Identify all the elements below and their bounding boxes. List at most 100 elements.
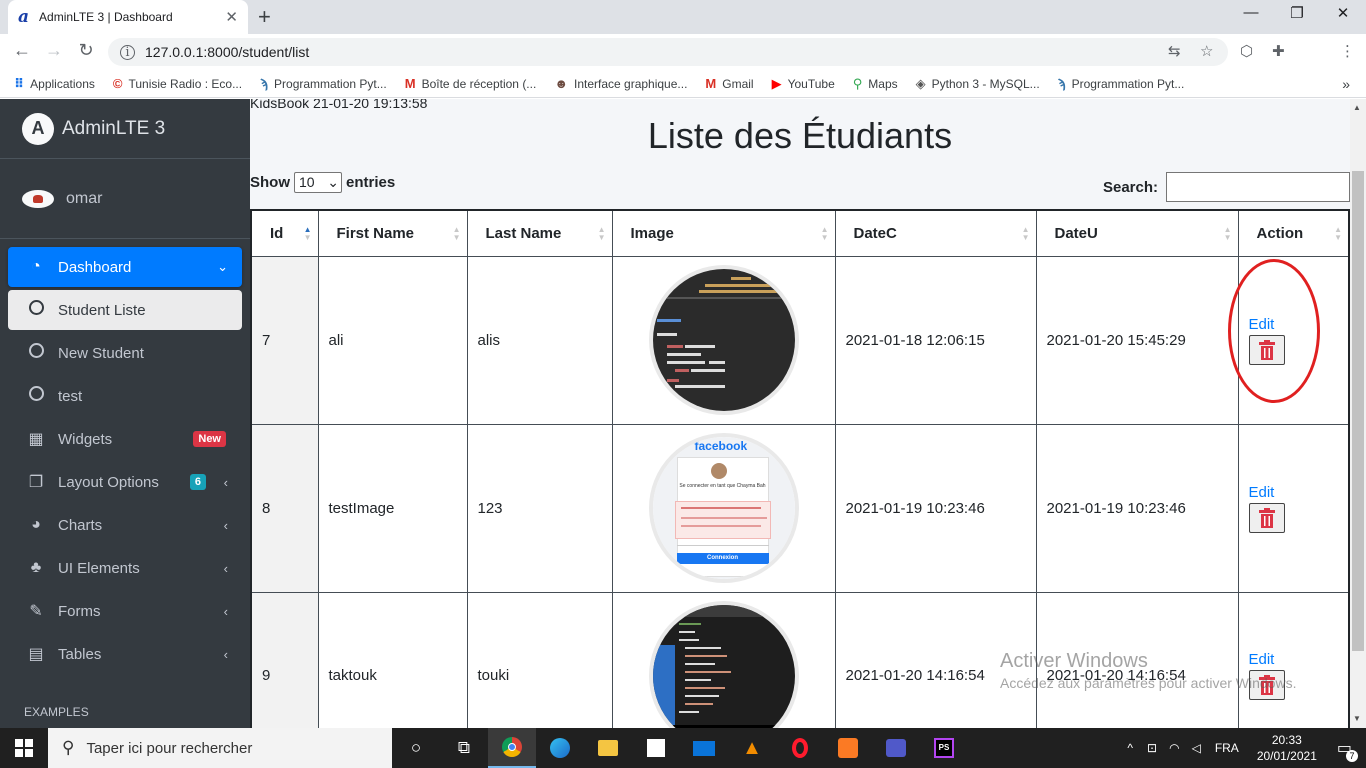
window-close-icon[interactable]: ✕	[1320, 4, 1366, 22]
address-bar[interactable]: i 127.0.0.1:8000/student/list	[108, 38, 1228, 66]
bookmark-tunisie-radio[interactable]: © Tunisie Radio : Eco...	[113, 76, 242, 91]
cell-first-name: testImage	[317, 423, 468, 593]
column-header-id[interactable]: Id ▲ ▼	[250, 209, 319, 257]
scrollbar-thumb[interactable]	[1352, 171, 1364, 651]
tray-overflow-icon[interactable]: ^	[1127, 741, 1133, 755]
column-header-datec[interactable]: DateC ▲ ▼	[834, 209, 1037, 257]
table-row: 8 testImage 123 facebook Se connecter en…	[250, 423, 1350, 593]
cell-first-name: ali	[317, 255, 468, 425]
vlc-icon[interactable]: ▲	[728, 728, 776, 768]
browser-tab[interactable]: a AdminLTE 3 | Dashboard ✕	[8, 0, 248, 34]
bookmark-maps[interactable]: ⚲ Maps	[853, 76, 898, 92]
search-icon: ⚲	[62, 738, 75, 757]
extension-cube-icon[interactable]: ⬡	[1240, 42, 1253, 60]
language-indicator[interactable]: FRA	[1215, 741, 1239, 755]
delete-button[interactable]	[1248, 502, 1285, 533]
bookmark-gmail[interactable]: M Gmail	[705, 76, 753, 91]
extensions-puzzle-icon[interactable]: ✚	[1272, 42, 1285, 60]
start-button[interactable]	[0, 728, 48, 768]
sidebar-item-dashboard[interactable]: ◔ Dashboard ⌄	[8, 247, 242, 287]
adminlte-logo-icon: A	[22, 112, 54, 145]
sort-icon: ▲ ▼	[1223, 225, 1232, 242]
menu-kebab-icon[interactable]: ⋮	[1340, 42, 1355, 60]
notification-center-icon[interactable]: ▭ 7	[1337, 738, 1358, 762]
cell-last-name: alis	[466, 255, 613, 425]
chevron-left-icon: ‹	[223, 474, 228, 490]
mail-icon[interactable]	[680, 728, 728, 768]
cortana-icon[interactable]: ○	[392, 728, 440, 768]
column-header-action[interactable]: Action ▲ ▼	[1237, 209, 1350, 257]
volume-icon[interactable]: ◁	[1192, 741, 1201, 755]
sidebar-item-tables[interactable]: ▤ Tables ‹	[8, 634, 242, 674]
column-header-last-name[interactable]: Last Name ▲ ▼	[466, 209, 613, 257]
bookmark-interface-graphique[interactable]: ☻ Interface graphique...	[554, 76, 687, 91]
circle-icon	[26, 386, 46, 406]
column-header-first-name[interactable]: First Name ▲ ▼	[317, 209, 468, 257]
table-search: Search:	[1103, 172, 1350, 202]
restore-icon[interactable]: ❐	[1274, 4, 1320, 22]
brand-link[interactable]: A AdminLTE 3	[0, 99, 250, 159]
bookmark-programmation-2[interactable]: ϡ Programmation Pyt...	[1058, 76, 1185, 91]
sidebar-item-layout-options[interactable]: ❐ Layout Options 6 ‹	[8, 462, 242, 502]
chevron-down-icon: ⌄	[327, 174, 339, 190]
taskbar-search[interactable]: ⚲ Taper ici pour rechercher	[48, 728, 392, 768]
sidebar-nav: ◔ Dashboard ⌄ Student Liste New Student …	[0, 239, 250, 685]
show-entries-control: Show 10 ⌄ entries	[250, 172, 395, 193]
chevron-left-icon: ‹	[223, 517, 228, 533]
sidebar-item-student-liste[interactable]: Student Liste	[8, 290, 242, 330]
user-panel[interactable]: omar	[0, 159, 250, 239]
teams-icon[interactable]	[872, 728, 920, 768]
user-name: omar	[66, 189, 103, 207]
search-input[interactable]	[1166, 172, 1350, 202]
chrome-icon[interactable]	[488, 728, 536, 768]
close-tab-icon[interactable]: ✕	[225, 8, 238, 26]
translate-icon[interactable]: ⇆	[1168, 42, 1181, 60]
bookmark-star-icon[interactable]: ☆	[1200, 42, 1213, 60]
notification-count: 7	[1346, 750, 1358, 762]
task-view-icon[interactable]: ⧉	[440, 728, 488, 768]
reload-icon[interactable]: ↻	[74, 40, 98, 61]
cell-last-name: 123	[466, 423, 613, 593]
bookmark-programmation-1[interactable]: ϡ Programmation Pyt...	[260, 76, 387, 91]
site-info-icon[interactable]: i	[120, 44, 135, 60]
xampp-icon[interactable]	[824, 728, 872, 768]
bookmark-python-mysql[interactable]: ◈ Python 3 - MySQL...	[916, 76, 1040, 92]
edge-icon[interactable]	[536, 728, 584, 768]
sidebar-item-widgets[interactable]: ▦ Widgets New	[8, 419, 242, 459]
sidebar-item-forms[interactable]: ✎ Forms ‹	[8, 591, 242, 631]
scroll-down-arrow-icon[interactable]: ▼	[1353, 714, 1361, 723]
sidebar-item-new-student[interactable]: New Student	[8, 333, 242, 373]
entries-select[interactable]: 10 ⌄	[294, 172, 342, 193]
watermark-line1: Activer Windows	[1000, 650, 1148, 672]
new-tab-icon[interactable]: +	[258, 4, 271, 30]
bookmarks-overflow-icon[interactable]: »	[1342, 76, 1350, 92]
taskbar-clock[interactable]: 20:33 20/01/2021	[1257, 732, 1317, 764]
sort-icon: ▲ ▼	[1334, 225, 1342, 242]
opera-icon[interactable]	[776, 728, 824, 768]
cell-image	[611, 255, 836, 425]
column-header-dateu[interactable]: DateU ▲ ▼	[1035, 209, 1239, 257]
sidebar-item-test[interactable]: test	[8, 376, 242, 416]
minimize-icon[interactable]: —	[1228, 4, 1274, 21]
store-icon[interactable]	[632, 728, 680, 768]
bookmark-youtube[interactable]: ▶ YouTube	[772, 76, 835, 92]
diamond-icon: ◈	[915, 75, 926, 91]
phpstorm-icon[interactable]: PS	[920, 728, 968, 768]
sidebar-item-charts[interactable]: ◕ Charts ‹	[8, 505, 242, 545]
sort-icon: ▲ ▼	[452, 225, 461, 242]
file-explorer-icon[interactable]	[584, 728, 632, 768]
chevron-down-icon: ⌄	[217, 259, 228, 274]
bookmark-applications[interactable]: ⠿ Applications	[14, 76, 95, 92]
network-icon[interactable]: ⊡	[1147, 741, 1157, 755]
page-scrollbar[interactable]: ▲ ▼	[1350, 99, 1366, 728]
bookmark-boite-reception[interactable]: M Boîte de réception (...	[405, 76, 537, 91]
back-arrow-icon[interactable]: ←	[10, 40, 34, 61]
wifi-icon[interactable]: ◠	[1169, 741, 1179, 755]
main-content: KidsBook 21-01-20 19:13:58 Liste des Étu…	[250, 99, 1350, 728]
column-header-image[interactable]: Image ▲ ▼	[611, 209, 836, 257]
sidebar-item-ui-elements[interactable]: ♣ UI Elements ‹	[8, 548, 242, 588]
scroll-up-arrow-icon[interactable]: ▲	[1353, 103, 1361, 112]
edit-link[interactable]: Edit	[1249, 484, 1339, 501]
forward-arrow-icon[interactable]: →	[42, 40, 66, 61]
browser-tab-strip: a AdminLTE 3 | Dashboard ✕ + — ❐ ✕	[0, 0, 1366, 34]
